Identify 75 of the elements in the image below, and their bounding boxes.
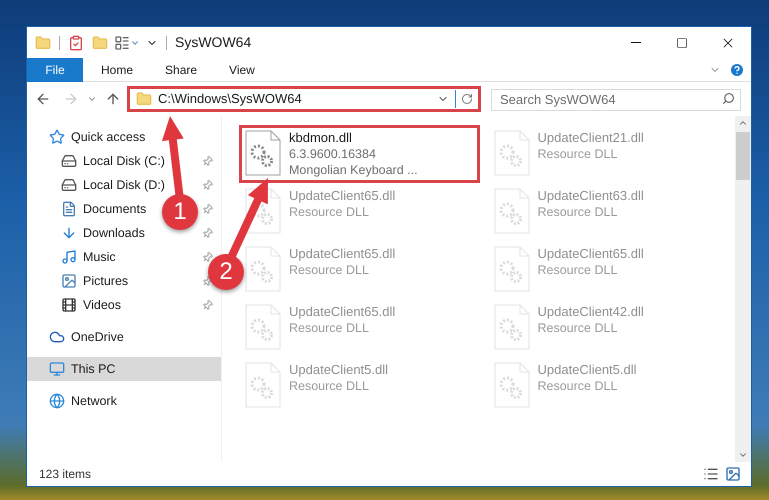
help-icon[interactable] <box>729 62 745 78</box>
file-detail: Resource DLL <box>289 378 370 394</box>
file-gear-icon <box>245 246 281 292</box>
picture-icon <box>61 273 77 289</box>
folder-icon <box>136 91 152 107</box>
back-icon[interactable] <box>35 91 51 107</box>
file-detail: Resource DLL <box>538 262 618 278</box>
network-icon <box>49 393 65 409</box>
maximize-icon <box>676 36 688 48</box>
film-icon <box>61 297 77 313</box>
file-detail: Resource DLL <box>538 204 618 220</box>
nav-item[interactable]: Pictures <box>27 269 132 293</box>
nav-item[interactable]: Quick access <box>27 125 150 149</box>
ribbon-tab[interactable]: Share <box>151 58 212 82</box>
download-icon <box>61 225 77 241</box>
file-name: UpdateClient65.dll <box>289 246 396 262</box>
file-gear-icon <box>494 246 530 292</box>
nav-item[interactable]: Downloads <box>27 221 149 245</box>
ribbon-tab[interactable]: File <box>27 58 83 82</box>
file-detail: Resource DLL <box>538 378 618 394</box>
file-detail: Resource DLL <box>538 146 618 162</box>
file-gear-icon <box>245 130 281 176</box>
up-icon[interactable] <box>105 91 121 107</box>
file-name: UpdateClient65.dll <box>538 246 644 262</box>
file-detail: Resource DLL <box>538 320 618 336</box>
ribbon-tab[interactable]: Home <box>87 58 148 82</box>
search-field[interactable]: Search SysWOW64 <box>491 88 741 110</box>
file-item[interactable]: kbdmon.dll 6.3.9600.16384 Mongolian Keyboard ... <box>242 128 476 180</box>
file-gear-icon <box>494 304 530 350</box>
file-detail: Mongolian Keyboard ... <box>289 162 418 178</box>
window-title: SysWOW64 <box>175 33 252 52</box>
file-name: kbdmon.dll <box>289 130 353 146</box>
drive-icon <box>61 153 77 169</box>
music-note-icon <box>61 249 77 265</box>
ribbon-tab[interactable]: View <box>215 58 269 82</box>
nav-item[interactable]: Documents <box>27 197 150 221</box>
file-name: UpdateClient65.dll <box>289 188 396 204</box>
file-name: UpdateClient42.dll <box>538 304 644 320</box>
view-icon[interactable] <box>114 34 130 50</box>
file-gear-icon <box>245 304 281 350</box>
properties-icon[interactable] <box>68 34 84 50</box>
large-icons-view-icon[interactable] <box>725 466 741 482</box>
drive-icon <box>61 177 77 193</box>
file-name: UpdateClient63.dll <box>538 188 644 204</box>
file-name: UpdateClient21.dll <box>538 130 644 146</box>
nav-item[interactable]: Music <box>27 245 120 269</box>
file-detail: Resource DLL <box>289 320 370 336</box>
search-icon <box>722 92 735 105</box>
file-name: UpdateClient5.dll <box>538 362 637 378</box>
cloud-icon <box>49 329 65 345</box>
item-count: 123 items <box>39 466 92 483</box>
file-name: UpdateClient65.dll <box>289 304 396 320</box>
file-detail: 6.3.9600.16384 <box>289 146 377 162</box>
nav-item[interactable]: This PC <box>27 357 221 381</box>
file-gear-icon <box>494 188 530 234</box>
nav-item[interactable]: Videos <box>27 293 125 317</box>
details-view-icon[interactable] <box>703 466 719 482</box>
file-gear-icon <box>494 130 530 176</box>
file-name: UpdateClient5.dll <box>289 362 388 378</box>
refresh-icon[interactable] <box>461 93 473 105</box>
nav-item[interactable]: Local Disk (D:) <box>27 173 169 197</box>
nav-item[interactable]: OneDrive <box>27 325 128 349</box>
document-icon <box>61 201 77 217</box>
minimize-icon <box>631 42 641 43</box>
file-detail: Resource DLL <box>289 204 370 220</box>
file-gear-icon <box>494 362 530 408</box>
file-detail: Resource DLL <box>289 262 370 278</box>
nav-item[interactable]: Local Disk (C:) <box>27 149 169 173</box>
monitor-icon <box>49 361 65 377</box>
address-field[interactable]: C:\Windows\SysWOW64 <box>127 86 481 112</box>
star-icon <box>49 129 65 145</box>
file-gear-icon <box>245 362 281 408</box>
scrollbar[interactable] <box>735 116 751 462</box>
nav-item[interactable]: Network <box>27 389 121 413</box>
scrollbar-thumb[interactable] <box>736 132 750 180</box>
